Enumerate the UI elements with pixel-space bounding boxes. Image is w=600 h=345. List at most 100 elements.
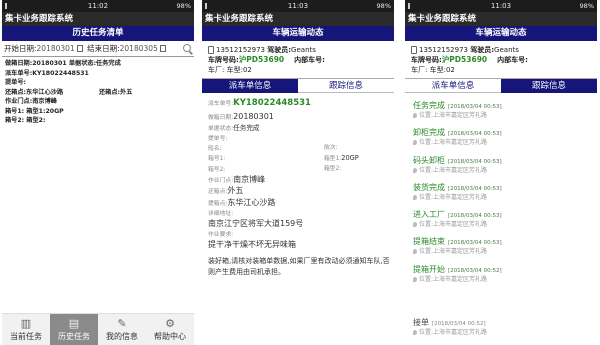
timeline-item: 进入工厂 [2018/03/04 00:53] 位置:上海市嘉定区芳礼路 (413, 210, 589, 229)
vehicle-info: 13512152973 驾驶员:Geants 车牌号码:沪PD53690 内部车号… (202, 41, 394, 76)
status-bar: 11:03 98% (405, 0, 597, 12)
task-site: 作业门点:南京博峰 (5, 98, 57, 105)
battery-level: 98% (579, 2, 594, 10)
order-label: 派车单号: (208, 101, 234, 107)
battery-level: 98% (176, 2, 191, 10)
end-date-label: 结束日期: (87, 44, 120, 53)
plate-number: 沪PD53690 (238, 55, 285, 64)
nav-label: 历史任务 (58, 332, 90, 341)
tracking-timeline: 任务完成 [2018/03/04 00:53] 位置:上海市嘉定区芳礼路 卸柜完成… (405, 93, 597, 345)
tab-tracking-info[interactable]: 跟踪信息 (298, 78, 394, 93)
tab-dispatch-info[interactable]: 派车单信息 (202, 78, 298, 93)
briefcase-icon: ▤ (68, 317, 80, 330)
nav-label: 我的信息 (106, 332, 138, 341)
info-tabs: 派车单信息 跟踪信息 (202, 78, 394, 93)
app-title: 集卡业务跟踪系统 (2, 12, 194, 26)
calendar-icon[interactable] (76, 44, 83, 52)
nav-history-tasks[interactable]: ▤ 历史任务 (50, 314, 98, 345)
event-status: 装货完成 (413, 182, 445, 192)
req-value: 提干净干燥不坏无异味箱 (208, 239, 296, 249)
gear-icon: ⚙ (165, 317, 175, 330)
wrench-icon: ✎ (117, 317, 127, 330)
status-time: 11:02 (87, 2, 109, 10)
nav-my-info[interactable]: ✎ 我的信息 (98, 314, 146, 345)
status-time: 11:03 (490, 2, 512, 10)
brand-label: 车厂: (411, 66, 428, 74)
task-return-row: 还箱点:东华江心沙路 还箱点:外五 (5, 88, 191, 98)
model-label: 车型: (429, 66, 446, 74)
phone-icon[interactable] (411, 46, 417, 54)
location-pin-icon (413, 222, 417, 228)
plate-label: 车牌号码: (411, 56, 442, 64)
site-value: 南京博峰 (233, 175, 266, 185)
vehicle-tracking-screen: 11:03 98% 集卡业务跟踪系统 车辆运输动态 13512152973 驾驶… (405, 0, 597, 345)
status-label: 单据状态: (208, 125, 234, 132)
event-location: 位置:上海市嘉定区芳礼路 (419, 166, 488, 174)
task-bl-no: 提单号: (5, 79, 27, 86)
task-box2: 箱号2: 箱型2: (5, 117, 46, 124)
box2-label: 箱号2: (208, 166, 226, 173)
task-date-status: 做箱日期:20180301 单据状态:任务完成 (5, 60, 121, 67)
start-date-input[interactable]: 20180301 (37, 44, 75, 53)
location-pin-icon (413, 194, 417, 200)
timeline-item: 码头卸柜 [2018/03/04 00:53] 位置:上海市嘉定区芳礼路 (413, 156, 589, 175)
page-title: 车辆运输动态 (202, 26, 394, 41)
timeline-item: 提箱结束 [2018/03/04 00:53] 位置:上海市嘉定区芳礼路 (413, 237, 589, 256)
event-location: 位置:上海市嘉定区芳礼路 (419, 139, 488, 147)
timeline-item: 接单 [2018/03/04 00:52] 位置:上海市嘉定区芳礼路 (413, 318, 589, 337)
driver-label: 驾驶员: (267, 46, 292, 54)
addr-value: 南京江宁区将军大道159号 (208, 219, 304, 229)
event-status: 提箱开始 (413, 264, 445, 274)
tab-dispatch-info[interactable]: 派车单信息 (405, 78, 501, 93)
task-box1: 箱号1: 箱型1:20GP (5, 107, 64, 115)
type1-value: 20GP (341, 154, 359, 163)
app-title: 集卡业务跟踪系统 (202, 12, 394, 26)
nav-current-tasks[interactable]: ▥ 当前任务 (2, 314, 50, 345)
order-status: 任务完成 (233, 123, 260, 132)
task-return: 还箱点:外五 (99, 88, 133, 96)
tab-tracking-info[interactable]: 跟踪信息 (501, 78, 597, 93)
event-location: 位置:上海市嘉定区芳礼路 (419, 112, 488, 119)
calendar-icon[interactable] (159, 44, 166, 52)
event-time: [2018/03/04 00:53] (448, 158, 502, 165)
nav-help-center[interactable]: ⚙ 帮助中心 (146, 314, 194, 345)
timeline-item: 卸柜完成 [2018/03/04 00:53] 位置:上海市嘉定区芳礼路 (413, 128, 589, 147)
voyage-label: 航次: (324, 145, 338, 152)
driver-phone[interactable]: 13512152973 (216, 46, 265, 54)
search-icon[interactable] (183, 44, 191, 52)
type1-label: 箱型1: (324, 156, 342, 163)
dispatch-detail: 派车单号:KY18022448531 做箱日期:20180301 单据状态:任务… (202, 93, 394, 280)
inner-no-label: 内部车号: (294, 56, 325, 64)
nav-label: 当前任务 (10, 332, 42, 341)
pickup-label: 提箱点: (208, 200, 228, 207)
model-value: 02 (242, 66, 252, 74)
event-time: [2018/03/04 00:52] (448, 267, 502, 274)
phone-icon[interactable] (208, 46, 214, 54)
task-card[interactable]: 做箱日期:20180301 单据状态:任务完成 派车单号:KY180224485… (2, 57, 194, 128)
end-date-input[interactable]: 20180305 (120, 44, 158, 53)
event-time: [2018/03/04 00:53] (448, 131, 502, 138)
timeline-item: 提箱开始 [2018/03/04 00:52] 位置:上海市嘉定区芳礼路 (413, 265, 589, 284)
brand-label: 车厂: (208, 66, 225, 74)
event-status: 任务完成 (413, 101, 445, 110)
info-tabs: 派车单信息 跟踪信息 (405, 78, 597, 93)
box1-label: 箱号1: (208, 156, 226, 163)
location-pin-icon (413, 329, 417, 335)
type2-label: 箱型2: (324, 165, 342, 172)
location-pin-icon (413, 113, 417, 118)
event-time: [2018/03/04 00:53] (448, 213, 502, 220)
event-time: [2018/03/04 00:53] (448, 104, 502, 110)
event-location: 位置:上海市嘉定区芳礼路 (419, 221, 488, 229)
event-status: 码头卸柜 (413, 155, 445, 165)
start-date-label: 开始日期: (4, 44, 37, 53)
return-value: 外五 (227, 186, 244, 196)
date-filter-row: 开始日期:20180301 结束日期:20180305 (2, 41, 194, 57)
location-pin-icon (413, 140, 417, 146)
event-status: 卸柜完成 (413, 128, 445, 138)
task-pickup: 还箱点:东华江心沙路 (5, 88, 64, 96)
ship-label: 船名: (208, 146, 222, 153)
box-date-label: 做箱日期: (208, 115, 234, 122)
event-status: 提箱结束 (413, 237, 445, 247)
driver-phone[interactable]: 13512152973 (419, 46, 468, 54)
driver-name: Geants (291, 46, 316, 54)
